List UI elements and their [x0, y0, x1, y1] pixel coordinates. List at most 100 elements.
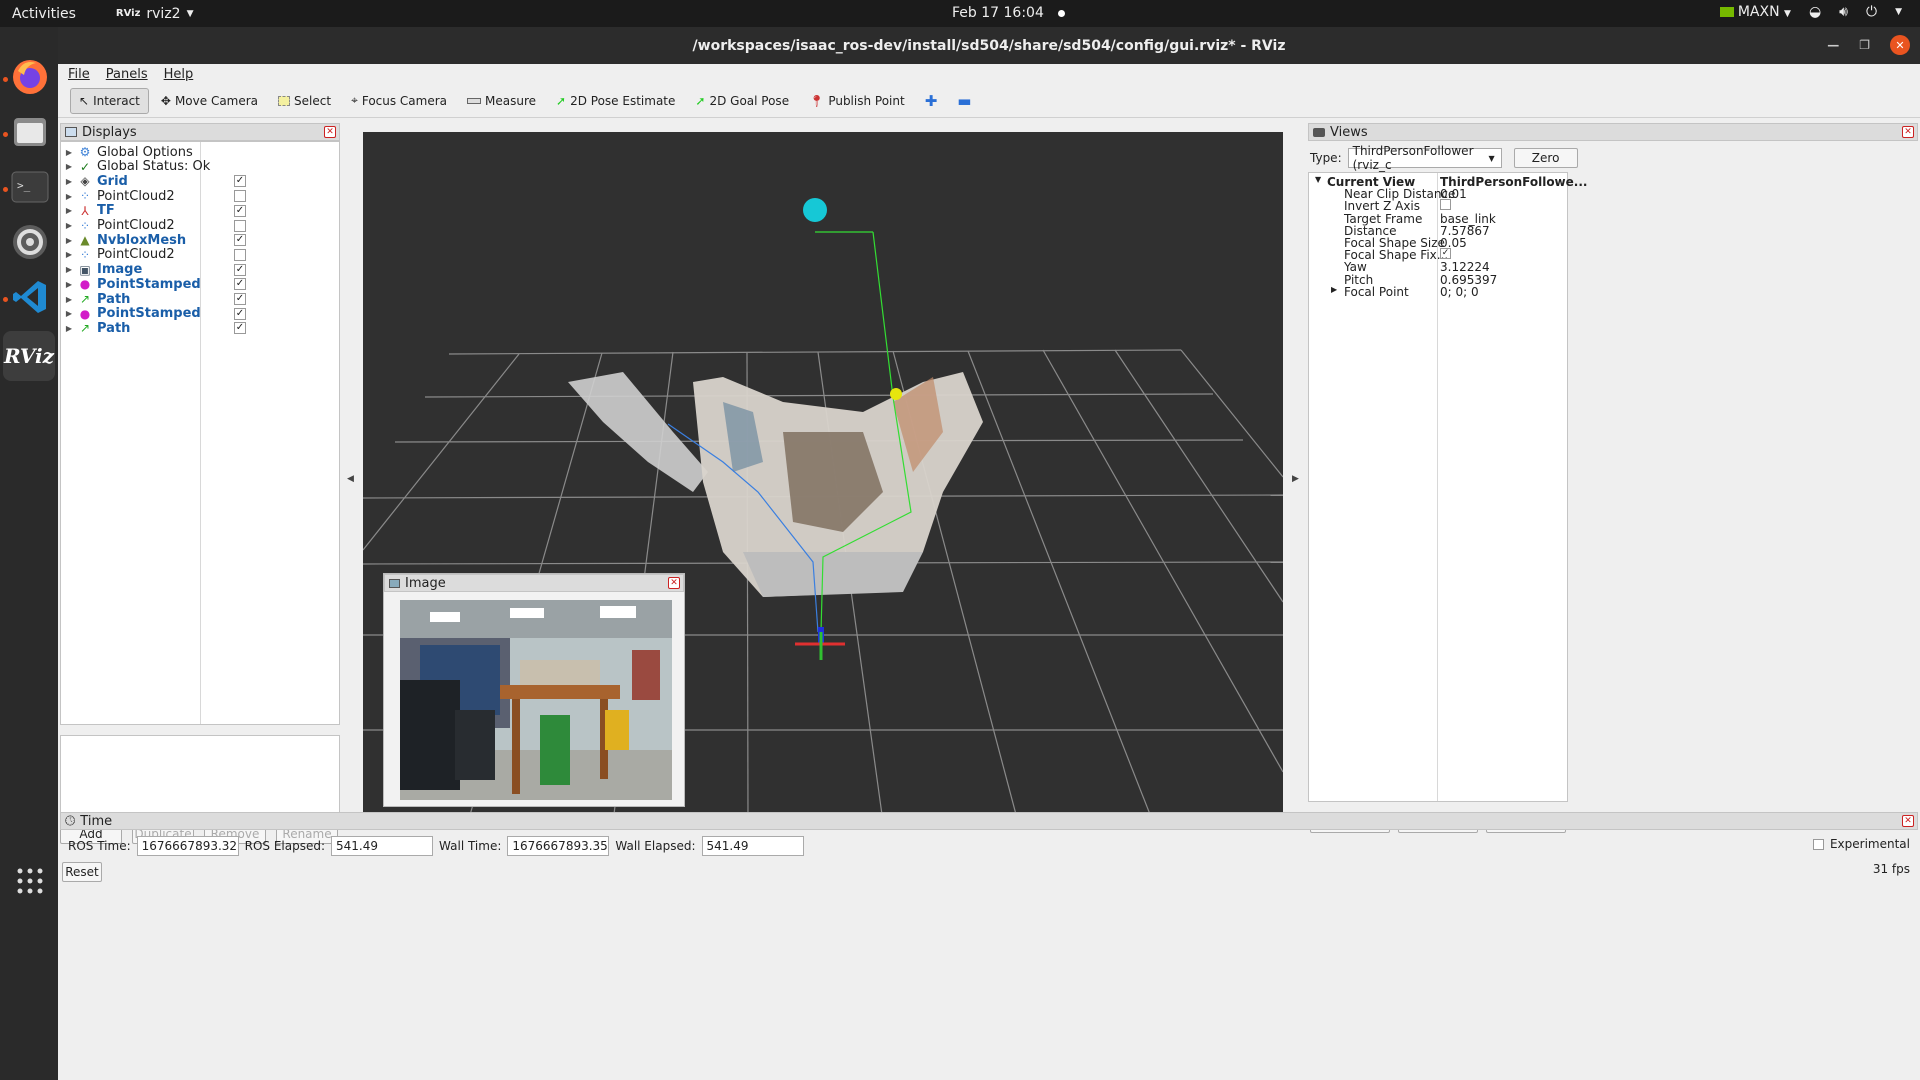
tool-focus-camera[interactable]: ⌖ Focus Camera: [343, 88, 455, 114]
expand-arrow-icon[interactable]: ▶: [61, 221, 77, 230]
view-property-row[interactable]: Yaw 3.12224: [1309, 260, 1567, 274]
expand-arrow-icon[interactable]: ▶: [61, 250, 77, 259]
collapse-left-arrow-icon[interactable]: ◀: [347, 474, 354, 484]
view-property-row[interactable]: Pitch 0.695397: [1309, 273, 1567, 287]
terminal-icon[interactable]: >_: [9, 166, 51, 208]
display-item-label: Path: [97, 320, 131, 336]
display-enabled-checkbox[interactable]: ✓: [234, 263, 246, 276]
expand-arrow-icon[interactable]: ▶: [61, 148, 77, 157]
tool-move-camera[interactable]: ✥ Move Camera: [153, 88, 266, 114]
display-enabled-checkbox[interactable]: [234, 190, 246, 203]
display-enabled-checkbox[interactable]: ✓: [234, 278, 246, 291]
ros-elapsed-field[interactable]: 541.49: [331, 836, 434, 856]
display-enabled-checkbox[interactable]: ✓: [234, 234, 246, 247]
remove-tool-button[interactable]: ▬: [949, 88, 979, 114]
zero-button[interactable]: Zero: [1513, 148, 1578, 168]
running-indicator: [3, 187, 8, 192]
expand-arrow-icon[interactable]: ▶: [61, 236, 77, 245]
expand-arrow-icon[interactable]: ▶: [61, 265, 77, 274]
displays-tree[interactable]: ▶ ⚙ Global Options ▶ ✓ Global Status: Ok ▶ ◈ Gri…: [60, 141, 340, 725]
experimental-option[interactable]: Experimental: [1812, 837, 1910, 851]
add-tool-button[interactable]: ✚: [917, 88, 946, 114]
display-enabled-checkbox[interactable]: [234, 219, 246, 232]
reset-button[interactable]: Reset: [62, 862, 102, 882]
tool-2d-goal-pose[interactable]: ➚ 2D Goal Pose: [687, 88, 797, 114]
collapse-right-arrow-icon[interactable]: ▶: [1292, 474, 1299, 484]
expand-arrow-icon[interactable]: ▶: [61, 295, 77, 304]
tool-interact[interactable]: ↖ Interact: [70, 87, 149, 114]
wall-elapsed-field[interactable]: 541.49: [701, 836, 804, 856]
view-property-row[interactable]: Near Clip Distance 0.01: [1309, 187, 1567, 201]
view-property-row[interactable]: Invert Z Axis: [1309, 199, 1567, 213]
experimental-checkbox[interactable]: [1812, 838, 1824, 850]
view-properties-tree[interactable]: ▼ Current View ThirdPersonFollowe... Near C…: [1308, 172, 1587, 802]
tool-2d-pose-estimate[interactable]: ➚ 2D Pose Estimate: [548, 88, 683, 114]
display-enabled-checkbox[interactable]: ✓: [234, 293, 246, 305]
tool-select[interactable]: Select: [270, 88, 339, 114]
view-property-row[interactable]: ▼ Current View ThirdPersonFollowe...: [1309, 175, 1587, 189]
tool-measure[interactable]: Measure: [459, 88, 544, 114]
expand-arrow-icon[interactable]: ▶: [61, 162, 77, 171]
expand-arrow-icon[interactable]: ▶: [61, 206, 77, 215]
window-title: /workspaces/isaac_ros-dev/install/sd504/…: [692, 37, 1286, 54]
expand-arrow-icon[interactable]: ▶: [1331, 285, 1337, 294]
expand-arrow-icon[interactable]: ▶: [61, 309, 77, 318]
expand-arrow-icon[interactable]: ▶: [61, 192, 77, 201]
image-panel-header[interactable]: Image ✕: [384, 574, 684, 592]
view-type-select[interactable]: ThirdPersonFollower (rviz_c ▼: [1347, 144, 1502, 172]
tool-publish-point[interactable]: 📍︎ Publish Point: [801, 88, 913, 114]
view-property-value[interactable]: [1440, 199, 1451, 211]
close-icon[interactable]: ✕: [1890, 35, 1910, 55]
display-enabled-checkbox[interactable]: [234, 248, 246, 261]
expand-arrow-icon[interactable]: ▶: [61, 280, 77, 289]
display-enabled-checkbox[interactable]: ✓: [234, 204, 246, 217]
image-icon: [389, 578, 400, 588]
volume-icon[interactable]: 🔊︎: [1839, 4, 1848, 20]
pose-estimate-icon: ➚: [556, 93, 567, 108]
view-property-row[interactable]: ▶ Focal Point 0; 0; 0: [1309, 285, 1567, 299]
expand-arrow-icon[interactable]: ▶: [61, 177, 77, 186]
fps-readout: 31 fps: [1872, 862, 1910, 876]
app-menu[interactable]: RViz rviz2 ▼: [116, 6, 194, 22]
select-icon: [278, 95, 291, 106]
close-icon[interactable]: ✕: [324, 126, 336, 138]
activities-button[interactable]: Activities: [12, 6, 76, 22]
menu-panels[interactable]: Panels: [106, 67, 148, 82]
expand-arrow-icon[interactable]: ▼: [1315, 175, 1321, 184]
menu-file[interactable]: File: [68, 67, 90, 82]
close-icon[interactable]: ✕: [668, 577, 680, 589]
minimize-icon[interactable]: —: [1827, 38, 1839, 52]
display-enabled-checkbox[interactable]: ✓: [234, 175, 246, 188]
maximize-icon[interactable]: ❐: [1859, 38, 1870, 52]
view-property-row[interactable]: Focal Shape Fix... ✓: [1309, 248, 1567, 262]
chevron-down-icon[interactable]: ▼: [1895, 7, 1902, 17]
view-property-row[interactable]: Target Frame base_link: [1309, 212, 1567, 226]
wall-time-field[interactable]: 1676667893.35: [507, 836, 610, 856]
system-tray[interactable]: MAXN ▼ ◒ 🔊︎ ⏻ ▼: [1719, 4, 1902, 20]
display-item[interactable]: ▶ ↗ Path ✓: [61, 319, 339, 337]
view-property-value[interactable]: 0; 0; 0: [1440, 285, 1479, 299]
rviz-icon[interactable]: RViz: [3, 331, 55, 381]
expand-arrow-icon[interactable]: ▶: [61, 324, 77, 333]
view-property-row[interactable]: Focal Shape Size 0.05: [1309, 236, 1567, 250]
close-icon[interactable]: ✕: [1902, 126, 1914, 138]
image-panel[interactable]: Image ✕: [383, 573, 685, 807]
vscode-icon[interactable]: [9, 276, 51, 318]
view-property-value[interactable]: ✓: [1440, 248, 1451, 260]
window-titlebar[interactable]: /workspaces/isaac_ros-dev/install/sd504/…: [58, 27, 1920, 64]
clock[interactable]: Feb 17 16:04: [952, 5, 1065, 21]
display-enabled-checkbox[interactable]: ✓: [234, 307, 246, 320]
display-enabled-checkbox[interactable]: ✓: [234, 322, 246, 335]
settings-icon[interactable]: [9, 221, 51, 263]
apps-grid-icon[interactable]: [9, 860, 51, 902]
nvidia-power-mode[interactable]: MAXN ▼: [1719, 4, 1791, 20]
running-indicator: [3, 297, 8, 302]
ros-time-field[interactable]: 1676667893.32: [136, 836, 239, 856]
firefox-icon[interactable]: [9, 56, 51, 98]
power-icon[interactable]: ⏻: [1866, 4, 1877, 20]
wifi-icon[interactable]: ◒: [1809, 4, 1821, 20]
close-icon[interactable]: ✕: [1902, 815, 1914, 827]
menu-help[interactable]: Help: [164, 67, 194, 82]
files-icon[interactable]: [9, 111, 51, 153]
view-property-row[interactable]: Distance 7.57867: [1309, 224, 1567, 238]
